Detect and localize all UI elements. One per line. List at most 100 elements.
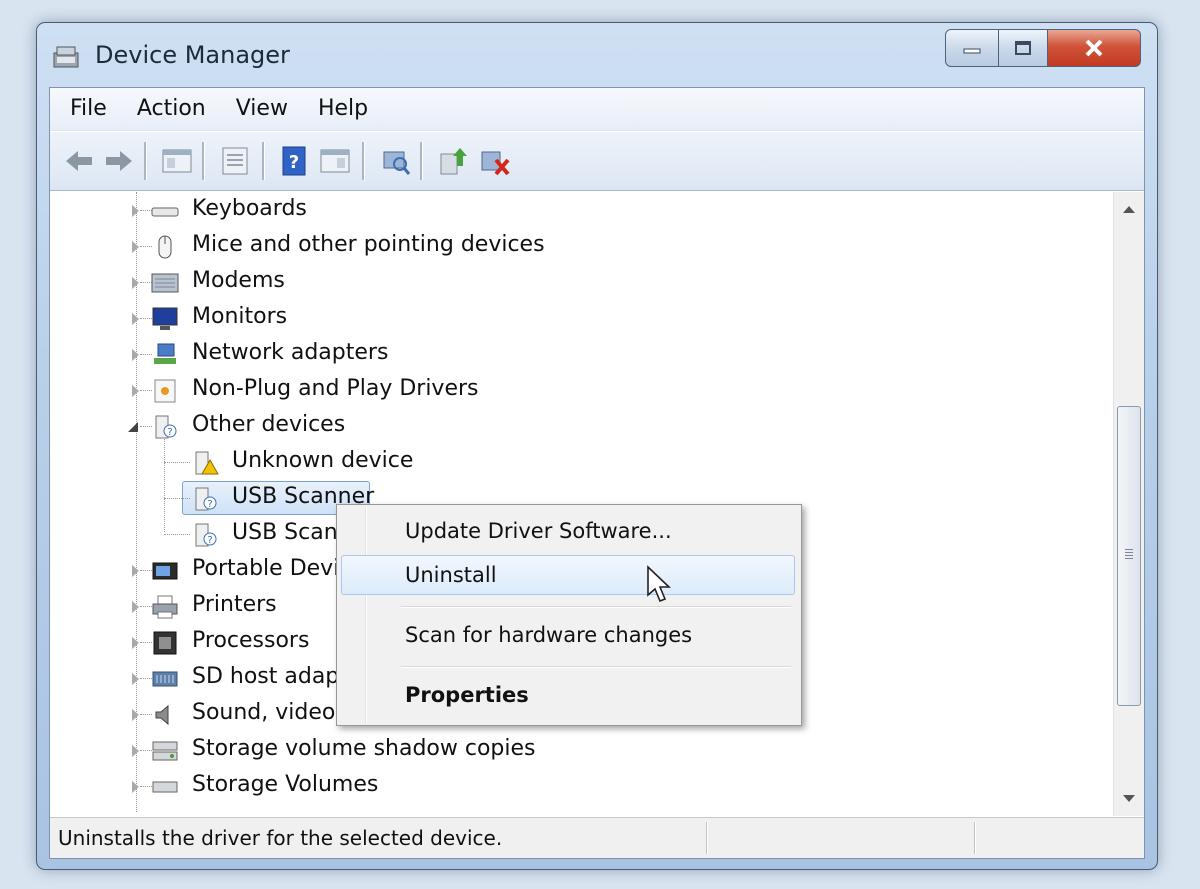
collapse-arrow-icon[interactable]	[128, 422, 138, 432]
svg-text:?: ?	[167, 427, 172, 438]
tree-item-label: Keyboards	[192, 196, 307, 221]
close-icon	[1085, 39, 1103, 57]
unknown-device-icon: ?	[155, 415, 177, 439]
tree-item-unknown-device[interactable]: Unknown device	[50, 444, 810, 480]
update-driver-icon[interactable]	[436, 144, 470, 178]
menu-item-uninstall[interactable]: Uninstall	[341, 555, 795, 595]
minimize-button[interactable]	[945, 29, 999, 67]
properties-icon[interactable]	[218, 144, 252, 178]
expand-arrow-icon[interactable]	[132, 673, 139, 685]
window-title: Device Manager	[95, 41, 290, 69]
tree-item-storage-shadow-copies[interactable]: Storage volume shadow copies	[50, 732, 810, 768]
tree-item-label: Unknown device	[232, 448, 414, 473]
title-bar[interactable]: Device Manager	[37, 23, 1157, 85]
scroll-thumb[interactable]	[1117, 406, 1141, 706]
menu-item-label: Properties	[405, 683, 529, 707]
tree-item-storage-volumes[interactable]: Storage Volumes	[50, 768, 810, 804]
status-bar: Uninstalls the driver for the selected d…	[50, 817, 1144, 858]
tree-item-label: Printers	[192, 592, 277, 617]
portable-device-icon	[152, 562, 178, 580]
toolbar: ?	[50, 132, 1144, 191]
network-adapter-icon	[154, 343, 176, 364]
scroll-up-arrow-icon[interactable]	[1123, 206, 1135, 213]
menu-view[interactable]: View	[221, 89, 303, 129]
printer-icon	[152, 595, 178, 619]
show-hide-console-tree-icon[interactable]	[160, 144, 194, 178]
menu-item-scan-for-hardware-changes[interactable]: Scan for hardware changes	[341, 615, 795, 655]
tree-item-label: Non-Plug and Play Drivers	[192, 376, 479, 401]
grip-icon	[1125, 549, 1133, 561]
status-text: Uninstalls the driver for the selected d…	[58, 826, 503, 850]
tree-item-label: Network adapters	[192, 340, 389, 365]
scroll-down-arrow-icon[interactable]	[1123, 795, 1135, 802]
expand-arrow-icon[interactable]	[132, 781, 139, 793]
expand-arrow-icon[interactable]	[132, 709, 139, 721]
svg-text:?: ?	[289, 152, 299, 173]
expand-arrow-icon[interactable]	[132, 241, 139, 253]
menu-item-label: Uninstall	[405, 563, 497, 587]
tree-item-label: Modems	[192, 268, 285, 293]
tree-item-label: Other devices	[192, 412, 346, 437]
maximize-icon	[1015, 41, 1031, 55]
action-pane-icon[interactable]	[318, 144, 352, 178]
scan-hardware-icon[interactable]	[378, 144, 412, 178]
sd-adapter-icon	[152, 671, 178, 687]
minimize-icon	[963, 48, 981, 54]
storage-icon	[152, 781, 178, 793]
mouse-icon	[158, 235, 172, 259]
unknown-device-icon: ?	[195, 487, 217, 511]
expand-arrow-icon[interactable]	[132, 637, 139, 649]
expand-arrow-icon[interactable]	[132, 277, 139, 289]
expand-arrow-icon[interactable]	[132, 349, 139, 361]
svg-text:?: ?	[207, 499, 212, 510]
speaker-icon	[155, 704, 169, 726]
keyboard-icon	[151, 207, 179, 217]
expand-arrow-icon[interactable]	[132, 385, 139, 397]
expand-arrow-icon[interactable]	[132, 205, 139, 217]
device-manager-window: Device Manager File Action View Help ? K…	[36, 22, 1158, 870]
monitor-icon	[152, 307, 178, 330]
tree-item-keyboards[interactable]: Keyboards	[50, 192, 810, 228]
back-arrow-icon[interactable]	[62, 144, 96, 178]
tree-item-other-devices[interactable]: ? Other devices	[50, 408, 810, 444]
svg-text:?: ?	[207, 535, 212, 546]
tree-item-network-adapters[interactable]: Network adapters	[50, 336, 810, 372]
context-menu: Update Driver Software... Uninstall Scan…	[336, 504, 802, 726]
processor-icon	[153, 631, 177, 655]
menu-item-update-driver-software[interactable]: Update Driver Software...	[341, 511, 795, 551]
tree-item-label: Monitors	[192, 304, 288, 329]
tree-item-mice[interactable]: Mice and other pointing devices	[50, 228, 810, 264]
tree-item-monitors[interactable]: Monitors	[50, 300, 810, 336]
menu-action[interactable]: Action	[122, 89, 221, 129]
warning-device-icon	[195, 451, 219, 475]
menu-item-properties[interactable]: Properties	[341, 675, 795, 715]
modem-icon	[151, 273, 179, 293]
menu-bar: File Action View Help	[50, 88, 1144, 131]
close-button[interactable]	[1048, 29, 1141, 67]
device-manager-icon	[53, 46, 79, 68]
forward-arrow-icon[interactable]	[102, 144, 136, 178]
menu-help[interactable]: Help	[303, 89, 383, 129]
expand-arrow-icon[interactable]	[132, 565, 139, 577]
maximize-button[interactable]	[999, 29, 1048, 67]
help-icon[interactable]: ?	[278, 144, 312, 178]
tree-item-label: Storage Volumes	[192, 772, 379, 797]
tree-item-label: Mice and other pointing devices	[192, 232, 545, 257]
uninstall-icon[interactable]	[478, 144, 512, 178]
menu-item-label: Update Driver Software...	[405, 519, 672, 543]
vertical-scrollbar[interactable]	[1113, 192, 1144, 816]
menu-file[interactable]: File	[50, 89, 122, 129]
expand-arrow-icon[interactable]	[132, 313, 139, 325]
storage-icon	[152, 741, 178, 761]
tree-item-modems[interactable]: Modems	[50, 264, 810, 300]
driver-icon	[154, 379, 176, 403]
mouse-pointer-icon	[647, 565, 671, 603]
tree-item-label: Processors	[192, 628, 310, 653]
expand-arrow-icon[interactable]	[132, 601, 139, 613]
tree-item-non-pnp-drivers[interactable]: Non-Plug and Play Drivers	[50, 372, 810, 408]
tree-item-label: Storage volume shadow copies	[192, 736, 536, 761]
menu-item-label: Scan for hardware changes	[405, 623, 693, 647]
expand-arrow-icon[interactable]	[132, 745, 139, 757]
unknown-device-icon: ?	[195, 523, 217, 547]
client-area: File Action View Help ? Keyboards Mice a…	[49, 87, 1145, 859]
